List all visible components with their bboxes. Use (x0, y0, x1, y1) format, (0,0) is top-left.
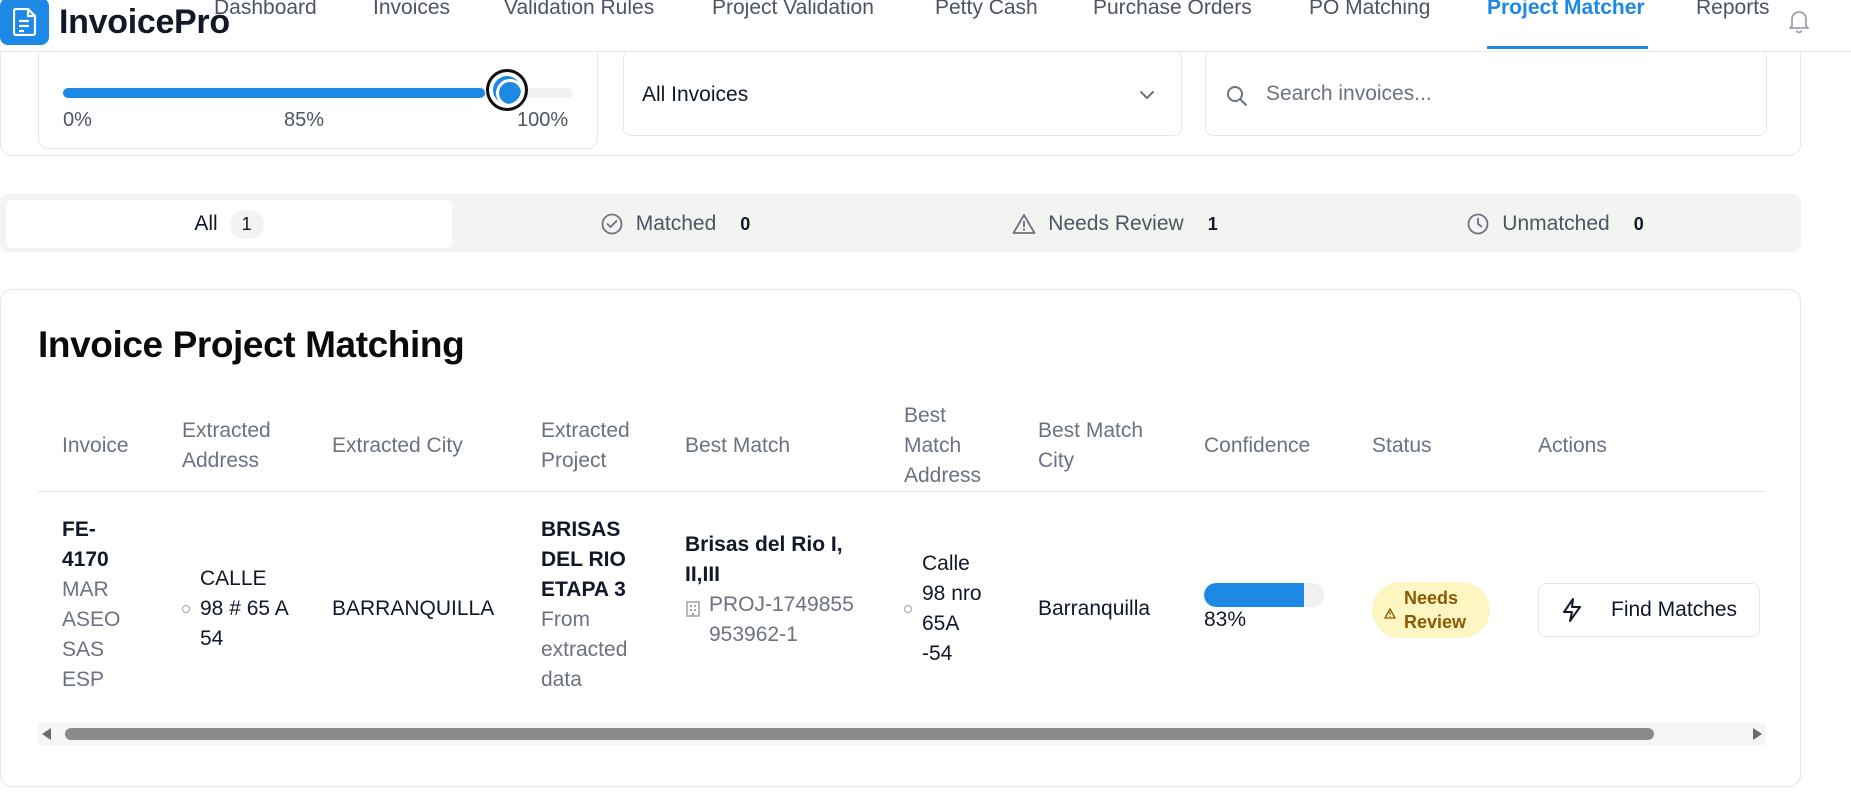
location-pin-icon (182, 605, 190, 613)
best-match-code: PROJ-1749855953962-1 (709, 593, 854, 646)
invoice-cell: FE-4170 MAR ASEO SAS ESP (62, 515, 132, 695)
tab-needs-review-label: Needs Review (1048, 212, 1184, 235)
tab-matched[interactable]: Matched 0 (460, 200, 890, 248)
card-title: Invoice Project Matching (38, 324, 465, 365)
scroll-left-arrow[interactable] (42, 728, 51, 740)
project-matching-card: Invoice Project Matching Invoice Extract… (0, 289, 1801, 787)
extracted-project-cell: BRISAS DEL RIO ETAPA 3 From extracted da… (541, 515, 651, 695)
extracted-city: BARRANQUILLA (332, 597, 495, 620)
location-pin-icon (904, 605, 912, 613)
search-icon (1226, 85, 1248, 112)
column-header-extracted-project: Extracted Project (541, 419, 630, 472)
bell-icon[interactable] (1787, 8, 1811, 39)
confidence-bar-fill (1204, 583, 1304, 607)
column-header-best-match: Best Match (685, 434, 791, 457)
chevron-down-icon (1138, 88, 1156, 106)
column-header-best-match-city: Best Match City (1038, 419, 1144, 472)
tab-matched-label: Matched (635, 212, 717, 235)
scrollbar-thumb[interactable] (65, 728, 1654, 740)
tab-unmatched-count: 0 (1633, 213, 1644, 234)
find-matches-label: Find Matches (1611, 598, 1738, 621)
nav-petty-cash[interactable]: Petty Cash (935, 0, 1038, 20)
warning-triangle-icon (1012, 213, 1036, 235)
nav-purchase-orders[interactable]: Purchase Orders (1093, 0, 1252, 20)
nav-project-matcher[interactable]: Project Matcher (1487, 0, 1645, 20)
best-match-cell: Brisas del Rio I, II,III PROJ-1749855953… (685, 530, 860, 650)
tab-all-label: All (194, 212, 218, 235)
lightning-icon (1563, 598, 1581, 622)
nav-po-matching[interactable]: PO Matching (1309, 0, 1430, 20)
vendor-name: MAR ASEO SAS ESP (62, 578, 121, 691)
tab-needs-review[interactable]: Needs Review 1 (900, 200, 1330, 248)
nav-invoices[interactable]: Invoices (373, 0, 450, 20)
table-header-divider (38, 491, 1766, 492)
column-header-extracted-city: Extracted City (332, 434, 463, 457)
invoice-number: FE-4170 (62, 518, 109, 571)
column-header-invoice: Invoice (62, 434, 129, 457)
confidence-threshold-slider: 0% 85% 100% (38, 50, 598, 149)
best-match-address-cell: Calle 98 nro 65A -54 (904, 549, 1004, 669)
best-match-address: Calle 98 nro 65A -54 (922, 552, 982, 665)
column-header-extracted-address: Extracted Address (182, 419, 271, 472)
search-box (1205, 50, 1767, 136)
slider-value-label: 85% (284, 109, 325, 131)
tab-all[interactable]: All 1 (6, 200, 452, 248)
status-badge: Needs Review (1372, 582, 1490, 638)
extracted-project-note: From extracted data (541, 608, 628, 691)
brand-name[interactable]: InvoicePro (59, 2, 230, 42)
tab-unmatched[interactable]: Unmatched 0 (1340, 200, 1770, 248)
nav-project-validation[interactable]: Project Validation (712, 0, 874, 20)
status-label: Needs Review (1404, 588, 1467, 632)
clock-icon (1466, 212, 1490, 236)
confidence-value: 83% (1204, 608, 1247, 631)
column-header-status: Status (1372, 434, 1432, 457)
extracted-project: BRISAS DEL RIO ETAPA 3 (541, 518, 626, 601)
slider-thumb[interactable] (486, 69, 528, 111)
extracted-address-cell: CALLE 98 # 65 A 54 (182, 564, 302, 654)
horizontal-scrollbar[interactable] (38, 723, 1766, 745)
top-navigation-bar: InvoicePro Dashboard Invoices Validation… (0, 0, 1851, 52)
search-input[interactable] (1266, 79, 1746, 109)
tab-needs-review-count: 1 (1207, 213, 1218, 234)
slider-fill (63, 88, 485, 98)
column-header-confidence: Confidence (1204, 434, 1311, 457)
invoice-filter-value: All Invoices (642, 83, 749, 106)
best-match-city: Barranquilla (1038, 597, 1151, 620)
tab-matched-count: 0 (740, 213, 751, 234)
scroll-right-arrow[interactable] (1753, 728, 1762, 740)
warning-triangle-icon (1384, 601, 1396, 625)
nav-reports[interactable]: Reports (1696, 0, 1770, 20)
tab-all-count: 1 (229, 209, 264, 239)
active-nav-indicator (1487, 46, 1648, 49)
column-header-actions: Actions (1538, 434, 1607, 457)
find-matches-button[interactable]: Find Matches (1538, 583, 1760, 637)
check-circle-icon (600, 212, 624, 236)
confidence-bar (1204, 583, 1324, 607)
slider-min-label: 0% (63, 109, 92, 131)
building-icon (685, 596, 701, 626)
extracted-address: CALLE 98 # 65 A 54 (200, 567, 288, 650)
slider-max-label: 100% (517, 109, 569, 131)
invoice-filter-select[interactable]: All Invoices (623, 50, 1182, 136)
nav-dashboard[interactable]: Dashboard (214, 0, 317, 20)
best-match-name: Brisas del Rio I, II,III (685, 533, 843, 586)
best-match-code-line: PROJ-1749855953962-1 (685, 590, 860, 650)
nav-validation-rules[interactable]: Validation Rules (504, 0, 654, 20)
status-tabs: All 1 Matched 0 Needs Review 1 Unmatched… (0, 194, 1801, 252)
column-header-best-match-address: Best Match Address (904, 404, 982, 487)
document-icon[interactable] (0, 0, 49, 45)
tab-unmatched-label: Unmatched (1502, 212, 1610, 235)
